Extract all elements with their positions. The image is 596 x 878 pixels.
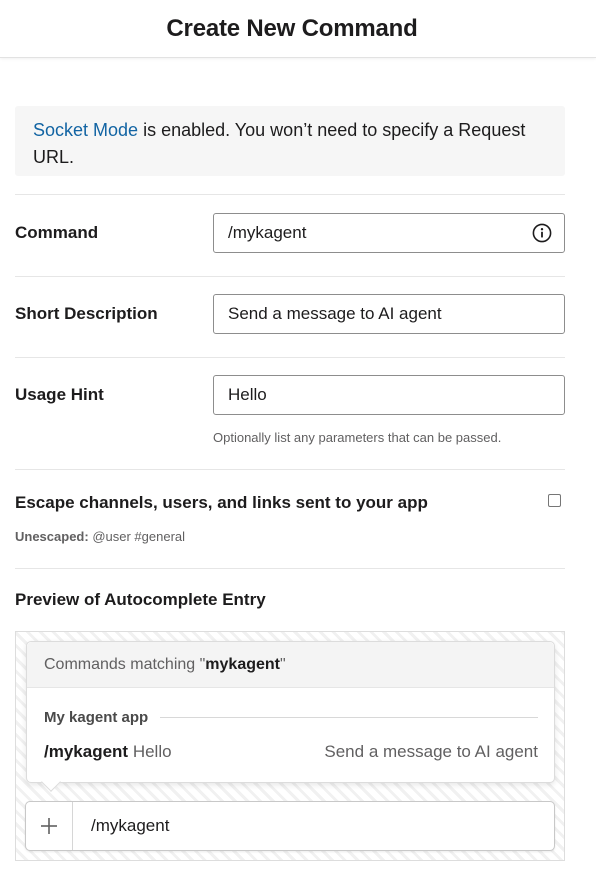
command-label: Command <box>15 223 99 242</box>
message-composer[interactable]: /mykagent <box>25 801 555 851</box>
autocomplete-app-group: My kagent app <box>44 708 538 726</box>
unescaped-example: Unescaped: @user #general <box>15 529 185 544</box>
divider <box>15 194 565 195</box>
unescaped-value: @user #general <box>88 529 186 544</box>
divider <box>15 276 565 277</box>
page-title: Create New Command <box>166 14 418 42</box>
info-icon[interactable] <box>532 223 552 243</box>
usage-hint-input[interactable]: Hello <box>213 375 565 415</box>
command-input[interactable]: /mykagent <box>213 213 565 253</box>
modal-header: Create New Command <box>0 0 596 58</box>
divider <box>15 357 565 358</box>
app-group-divider <box>160 716 538 718</box>
autocomplete-header-suffix: " <box>280 655 286 673</box>
autocomplete-header-query: mykagent <box>205 655 280 673</box>
divider <box>15 469 565 470</box>
attach-button[interactable] <box>26 802 73 850</box>
autocomplete-command: /mykagent <box>44 742 129 761</box>
unescaped-label: Unescaped: <box>15 529 89 544</box>
autocomplete-entry[interactable]: /mykagent Hello Send a message to AI age… <box>44 742 538 762</box>
short-description-label: Short Description <box>15 304 158 323</box>
usage-hint-label: Usage Hint <box>15 385 104 404</box>
short-description-input[interactable]: Send a message to AI agent <box>213 294 565 334</box>
autocomplete-header-prefix: Commands matching " <box>44 655 206 673</box>
escape-label: Escape channels, users, and links sent t… <box>15 493 428 512</box>
escape-checkbox[interactable] <box>548 494 561 507</box>
divider <box>15 568 565 569</box>
autocomplete-command-group: /mykagent Hello <box>44 742 172 762</box>
autocomplete-description: Send a message to AI agent <box>324 742 538 761</box>
socket-mode-link[interactable]: Socket Mode <box>33 120 138 140</box>
autocomplete-popup: Commands matching " mykagent " My kagent a… <box>26 641 555 783</box>
autocomplete-header: Commands matching " mykagent " <box>27 642 554 688</box>
usage-hint-value: Hello <box>228 385 267 404</box>
short-description-value: Send a message to AI agent <box>228 304 442 323</box>
socket-mode-notice: Socket Mode is enabled. You won’t need t… <box>15 106 565 176</box>
plus-icon <box>41 818 57 834</box>
command-input-value: /mykagent <box>228 223 307 242</box>
preview-title: Preview of Autocomplete Entry <box>15 590 266 609</box>
autocomplete-hint: Hello <box>128 742 172 761</box>
app-name: My kagent app <box>44 708 149 726</box>
composer-input[interactable]: /mykagent <box>73 802 554 850</box>
usage-hint-help: Optionally list any parameters that can … <box>213 430 502 445</box>
